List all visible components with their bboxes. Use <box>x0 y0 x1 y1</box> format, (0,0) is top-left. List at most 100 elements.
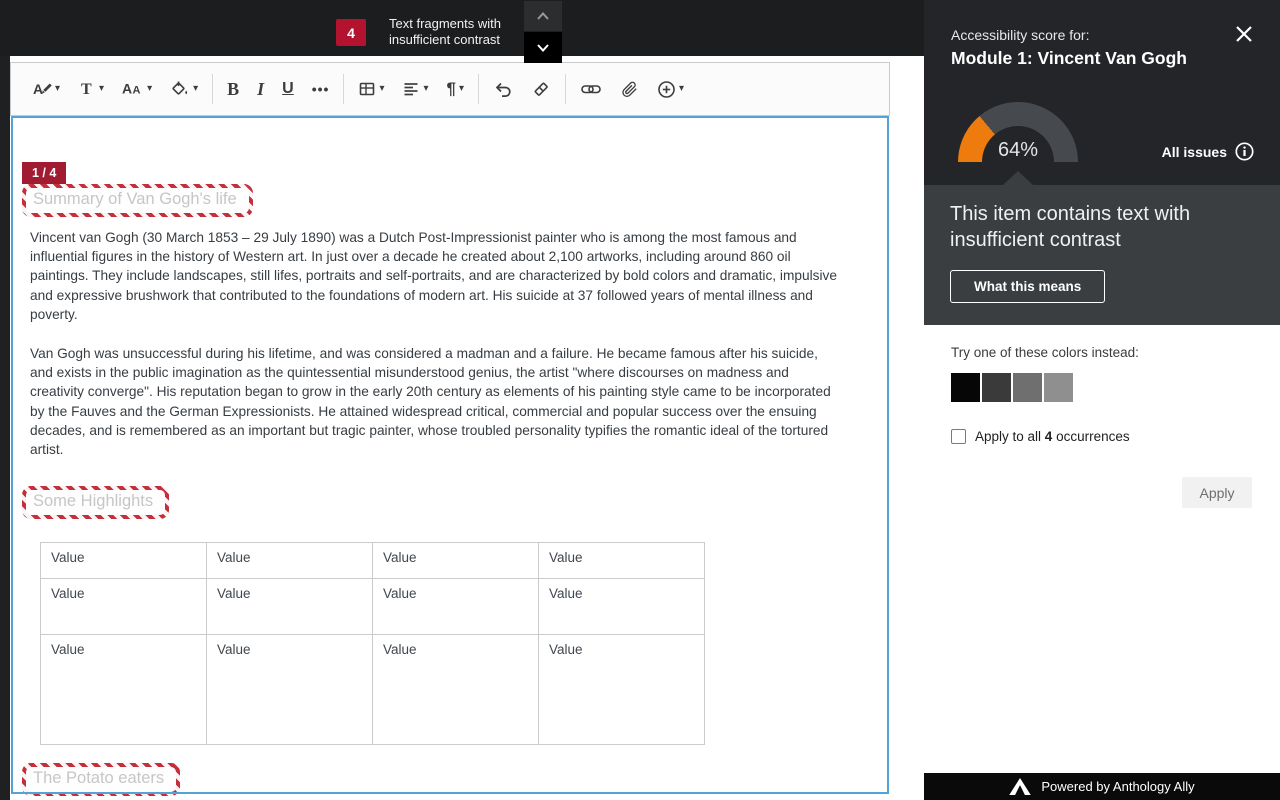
anthology-logo-icon <box>1009 778 1031 795</box>
paragraph-format-button[interactable]: ¶ ▾ <box>438 69 474 109</box>
table-button[interactable]: ▾ <box>349 69 393 109</box>
footer-link-label: Powered by Anthology Ally <box>1041 779 1194 794</box>
color-swatch-3[interactable] <box>1013 373 1042 402</box>
svg-text:T: T <box>81 81 92 98</box>
table-cell[interactable]: Value <box>373 543 539 579</box>
link-icon <box>580 80 602 98</box>
what-this-means-button[interactable]: What this means <box>950 270 1105 303</box>
paragraph[interactable]: Vincent van Gogh (30 March 1853 – 29 Jul… <box>30 228 844 324</box>
table-cell[interactable]: Value <box>539 635 705 745</box>
more-formatting-button[interactable]: ••• <box>303 69 339 109</box>
issue-message-panel: This item contains text with insufficien… <box>924 185 1280 325</box>
editor-toolbar: A ▾ T ▾ A A ▾ ▾ B I U <box>10 62 890 116</box>
heading-text: The Potato eaters <box>26 767 176 792</box>
bold-icon: B <box>227 79 239 100</box>
bold-button[interactable]: B <box>218 69 248 109</box>
table-cell[interactable]: Value <box>373 635 539 745</box>
ally-footer[interactable]: Powered by Anthology Ally <box>924 773 1280 800</box>
apply-all-label: Apply to all 4 occurrences <box>975 429 1130 444</box>
text-style-icon: T <box>78 80 96 98</box>
content-border-line <box>11 792 889 794</box>
apply-button[interactable]: Apply <box>1182 477 1252 508</box>
table-row: Value Value Value Value <box>41 579 705 635</box>
chevron-down-icon <box>535 42 551 54</box>
panel-header: Accessibility score for: Module 1: Vince… <box>924 0 1280 185</box>
underline-icon: U <box>282 80 294 98</box>
content-table: Value Value Value Value Value Value Valu… <box>40 542 705 745</box>
toolbar-divider <box>343 74 344 104</box>
issue-bar-label: Text fragments with insufficient contras… <box>389 16 514 48</box>
chevron-up-icon <box>535 10 551 22</box>
table-cell[interactable]: Value <box>373 579 539 635</box>
background-color-button[interactable]: ▾ <box>161 69 207 109</box>
attachment-button[interactable] <box>611 69 648 109</box>
italic-icon: I <box>257 79 264 100</box>
italic-button[interactable]: I <box>248 69 273 109</box>
ally-accessibility-panel: Accessibility score for: Module 1: Vince… <box>924 0 1280 800</box>
issue-navigation-bar: 4 Text fragments with insufficient contr… <box>0 0 924 56</box>
table-cell[interactable]: Value <box>207 579 373 635</box>
svg-text:A: A <box>33 81 43 97</box>
color-swatch-1[interactable] <box>951 373 980 402</box>
color-swatch-4[interactable] <box>1044 373 1073 402</box>
color-suggestions-section: Try one of these colors instead: Apply t… <box>924 325 1280 508</box>
text-color-button[interactable]: A ▾ <box>23 69 69 109</box>
more-icon: ••• <box>312 81 330 97</box>
clear-formatting-button[interactable] <box>522 69 560 109</box>
next-issue-button[interactable] <box>524 32 562 63</box>
svg-text:A: A <box>133 85 141 97</box>
table-cell[interactable]: Value <box>207 635 373 745</box>
panel-title: Module 1: Vincent Van Gogh <box>951 48 1187 69</box>
flagged-heading-summary[interactable]: Summary of Van Gogh's life <box>22 184 253 217</box>
editor-content-area[interactable]: 1 / 4 Summary of Van Gogh's life Vincent… <box>11 116 889 794</box>
all-issues-button[interactable]: All issues <box>1162 142 1254 161</box>
font-size-button[interactable]: A A ▾ <box>113 69 161 109</box>
alignment-button[interactable]: ▾ <box>393 69 437 109</box>
underline-button[interactable]: U <box>273 69 303 109</box>
fragment-counter-badge: 1 / 4 <box>22 162 66 184</box>
heading-text: Summary of Van Gogh's life <box>26 188 249 213</box>
close-icon <box>1233 23 1255 45</box>
previous-issue-button[interactable] <box>524 1 562 31</box>
table-cell[interactable]: Value <box>41 579 207 635</box>
eraser-icon <box>531 80 551 98</box>
try-colors-label: Try one of these colors instead: <box>951 345 1252 360</box>
message-pointer <box>1003 171 1033 185</box>
table-cell[interactable]: Value <box>539 579 705 635</box>
rich-content-editor: A ▾ T ▾ A A ▾ ▾ B I U <box>10 56 924 800</box>
paint-bucket-icon <box>170 80 190 98</box>
color-swatches <box>951 373 1252 402</box>
apply-all-row: Apply to all 4 occurrences <box>951 429 1252 444</box>
svg-text:A: A <box>122 81 132 97</box>
font-size-icon: A A <box>122 80 144 98</box>
text-color-icon: A <box>32 80 52 98</box>
table-cell[interactable]: Value <box>207 543 373 579</box>
color-swatch-2[interactable] <box>982 373 1011 402</box>
table-row: Value Value Value Value <box>41 635 705 745</box>
undo-icon <box>493 80 513 98</box>
table-icon <box>358 80 376 98</box>
apply-all-checkbox[interactable] <box>951 429 966 444</box>
link-button[interactable] <box>571 69 611 109</box>
table-cell[interactable]: Value <box>41 543 207 579</box>
score-value: 64% <box>958 139 1078 162</box>
flagged-heading-highlights[interactable]: Some Highlights <box>22 486 169 519</box>
text-style-button[interactable]: T ▾ <box>69 69 113 109</box>
toolbar-divider <box>478 74 479 104</box>
heading-text: Some Highlights <box>26 490 165 515</box>
plus-circle-icon <box>657 80 676 99</box>
paperclip-icon <box>620 80 639 99</box>
all-issues-label: All issues <box>1162 144 1227 160</box>
undo-button[interactable] <box>484 69 522 109</box>
paragraph-icon: ¶ <box>447 79 456 99</box>
close-panel-button[interactable] <box>1232 23 1256 47</box>
table-cell[interactable]: Value <box>539 543 705 579</box>
paragraph[interactable]: Van Gogh was unsuccessful during his lif… <box>30 344 844 459</box>
insert-button[interactable]: ▾ <box>648 69 693 109</box>
info-icon <box>1235 142 1254 161</box>
issue-message: This item contains text with insufficien… <box>950 201 1254 253</box>
table-cell[interactable]: Value <box>41 635 207 745</box>
toolbar-divider <box>212 74 213 104</box>
align-left-icon <box>402 80 420 98</box>
issue-count-badge: 4 <box>336 19 366 46</box>
